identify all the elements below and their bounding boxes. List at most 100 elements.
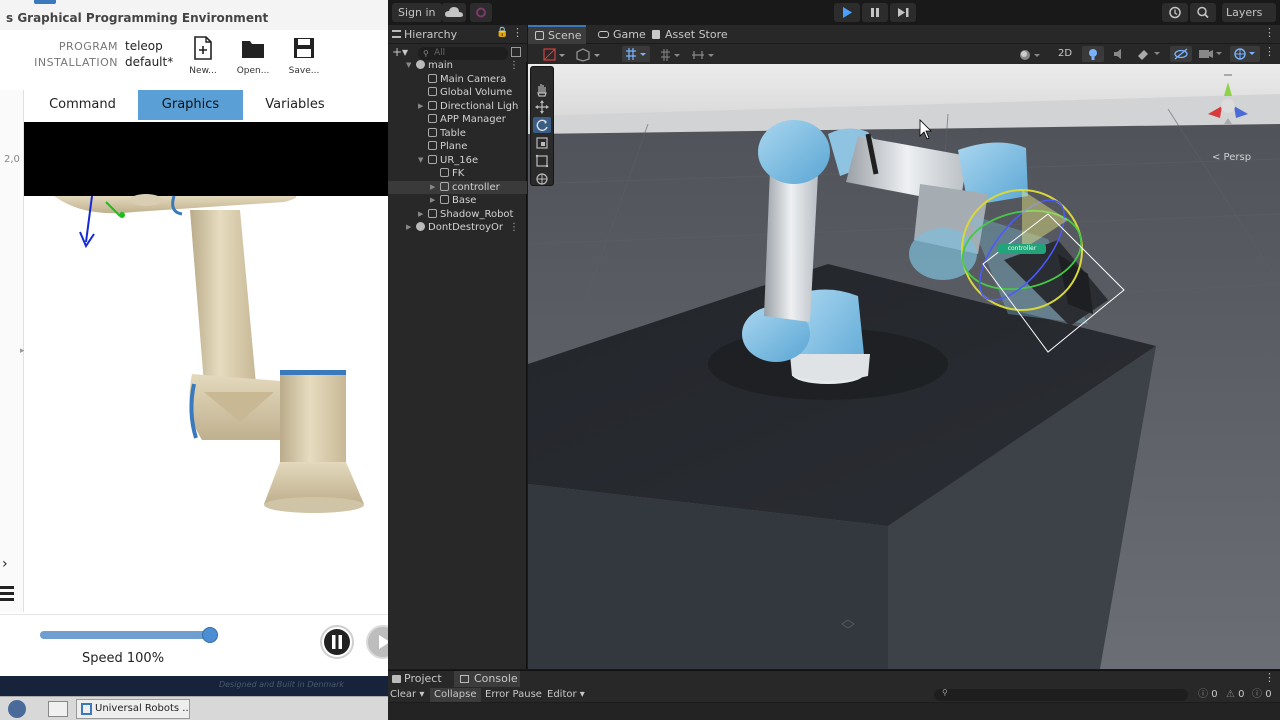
foldout-collapsed-icon[interactable]: ▶ [418,100,423,114]
console-search-input[interactable]: ⚲ [934,688,1188,701]
kebab-menu-icon[interactable]: ⋮ [509,221,519,235]
foldout-collapsed-icon[interactable]: ▶ [430,181,435,195]
cube-shading-icon[interactable] [576,47,602,62]
move-tool-icon[interactable] [533,99,551,115]
save-button-label: Save... [288,66,320,76]
rect-tool-icon[interactable] [533,153,551,169]
new-program-button[interactable]: New... [180,30,226,80]
hand-tool-icon[interactable] [533,81,551,97]
console-icon [460,675,469,683]
gizmos-toggle-icon[interactable] [1230,46,1260,62]
hierarchy-item[interactable]: ▶ DontDestroyOr ⋮ [388,221,527,235]
tab-project[interactable]: Project [388,671,452,688]
hierarchy-item[interactable]: ▶ controller [388,180,527,195]
search-icon[interactable] [1190,3,1216,22]
add-object-icon[interactable]: +▾ [392,45,408,59]
audio-toggle-icon[interactable] [1108,46,1130,62]
keyboard-icon[interactable] [0,584,14,604]
hierarchy-title: Hierarchy [404,28,458,41]
pause-program-button[interactable] [320,625,354,659]
hierarchy-item-label: Table [440,127,466,139]
game-object-icon [428,87,437,96]
tab-game[interactable]: Game [588,25,650,44]
rotate-tool-icon[interactable] [533,117,551,133]
console-log-area[interactable] [388,703,1280,720]
kebab-menu-icon[interactable]: ⋮ [512,26,523,39]
scene-lighting-icon[interactable] [1082,46,1104,62]
save-program-button[interactable]: Save... [281,30,327,80]
console-info-count[interactable]: ⓘ 0 [1198,688,1218,702]
console-error-pause-button[interactable]: Error Pause [485,688,542,702]
lock-icon[interactable]: 🔒 [496,27,508,38]
kebab-menu-icon[interactable]: ⋮ [1264,671,1275,684]
tab-console[interactable]: Console [454,671,520,688]
step-button[interactable] [890,3,916,22]
tab-scene[interactable]: Scene [528,25,586,44]
camera-settings-icon[interactable] [1196,46,1226,62]
footer-text: Designed and Built in Denmark [218,680,344,689]
undo-history-icon[interactable] [1162,3,1188,22]
persp-label[interactable]: < Persp [1212,152,1251,163]
kebab-menu-icon[interactable]: ⋮ [509,59,519,73]
hierarchy-item[interactable]: ▶ Shadow_Robot [388,208,527,222]
collab-icon[interactable] [470,3,492,22]
sign-in-button[interactable]: Sign in [392,3,442,22]
installation-label: INSTALLATION [34,56,118,69]
hierarchy-item[interactable]: Global Volume [388,86,527,100]
hierarchy-item[interactable]: ▶ Base [388,194,527,208]
foldout-expanded-icon[interactable]: ▼ [406,59,411,73]
hierarchy-item[interactable]: Table [388,127,527,141]
hierarchy-item[interactable]: ▼ UR_16e [388,154,527,168]
scene-viewport[interactable]: controller < Persp [528,64,1280,669]
hierarchy-item-label: Directional Ligh [440,100,519,112]
hierarchy-item[interactable]: Plane [388,140,527,154]
grid-snap-icon[interactable] [622,46,650,62]
orientation-gizmo[interactable]: < Persp [1200,74,1256,163]
console-error-count[interactable]: ⓘ 0 [1252,688,1272,702]
start-menu-icon[interactable] [8,700,26,718]
effects-toggle-icon[interactable] [1134,46,1164,62]
console-collapse-button[interactable]: Collapse [430,688,481,702]
draw-mode-icon[interactable] [542,47,566,61]
toggle-2d-button[interactable]: 2D [1054,46,1076,62]
polyscope-window: s Graphical Programming Environment PROG… [0,0,388,720]
console-editor-dropdown[interactable]: Editor ▾ [547,688,585,702]
foldout-collapsed-icon[interactable]: ▶ [430,194,435,208]
align-snap-icon[interactable] [690,47,716,61]
hierarchy-item[interactable]: Main Camera [388,73,527,87]
hidden-objects-toggle-icon[interactable] [1170,46,1192,62]
cloud-icon[interactable] [442,3,466,22]
tab-graphics[interactable]: Graphics [138,90,243,120]
console-clear-button[interactable]: Clear ▾ [390,688,424,702]
hierarchy-item[interactable]: FK [388,167,527,181]
speed-slider[interactable] [40,627,218,643]
robot-graphics-view[interactable] [24,122,388,612]
layers-dropdown[interactable]: Layers [1222,3,1276,22]
foldout-expanded-icon[interactable]: ▼ [418,154,423,168]
hierarchy-item-label: UR_16e [440,154,479,166]
kebab-menu-icon[interactable]: ⋮ [1264,26,1275,39]
tab-variables[interactable]: Variables [250,90,340,120]
play-program-button[interactable] [366,625,388,659]
hierarchy-item[interactable]: ▼ main ⋮ [388,59,527,73]
scale-tool-icon[interactable] [533,135,551,151]
scene-visibility-icon[interactable] [511,47,521,57]
open-program-button[interactable]: Open... [230,30,276,80]
increment-snap-icon[interactable] [658,47,684,61]
play-mode-button[interactable] [834,3,860,22]
console-warning-count[interactable]: ⚠ 0 [1226,688,1245,702]
render-mode-icon[interactable] [1018,47,1044,61]
tab-command[interactable]: Command [36,90,129,120]
foldout-collapsed-icon[interactable]: ▶ [418,208,423,222]
kebab-menu-icon[interactable]: ⋮ [1264,45,1275,58]
foldout-collapsed-icon[interactable]: ▶ [406,221,411,235]
taskbar-window-button[interactable]: Universal Robots ... [76,699,190,719]
tab-asset-store[interactable]: Asset Store [652,25,742,44]
chevron-right-icon[interactable]: › [2,556,8,572]
speed-slider-knob[interactable] [202,627,218,643]
hierarchy-item[interactable]: ▶ Directional Ligh [388,100,527,114]
window-switcher-icon[interactable] [48,701,68,717]
pause-button[interactable] [862,3,888,22]
transform-tool-icon[interactable] [533,171,551,185]
hierarchy-item[interactable]: APP Manager [388,113,527,127]
